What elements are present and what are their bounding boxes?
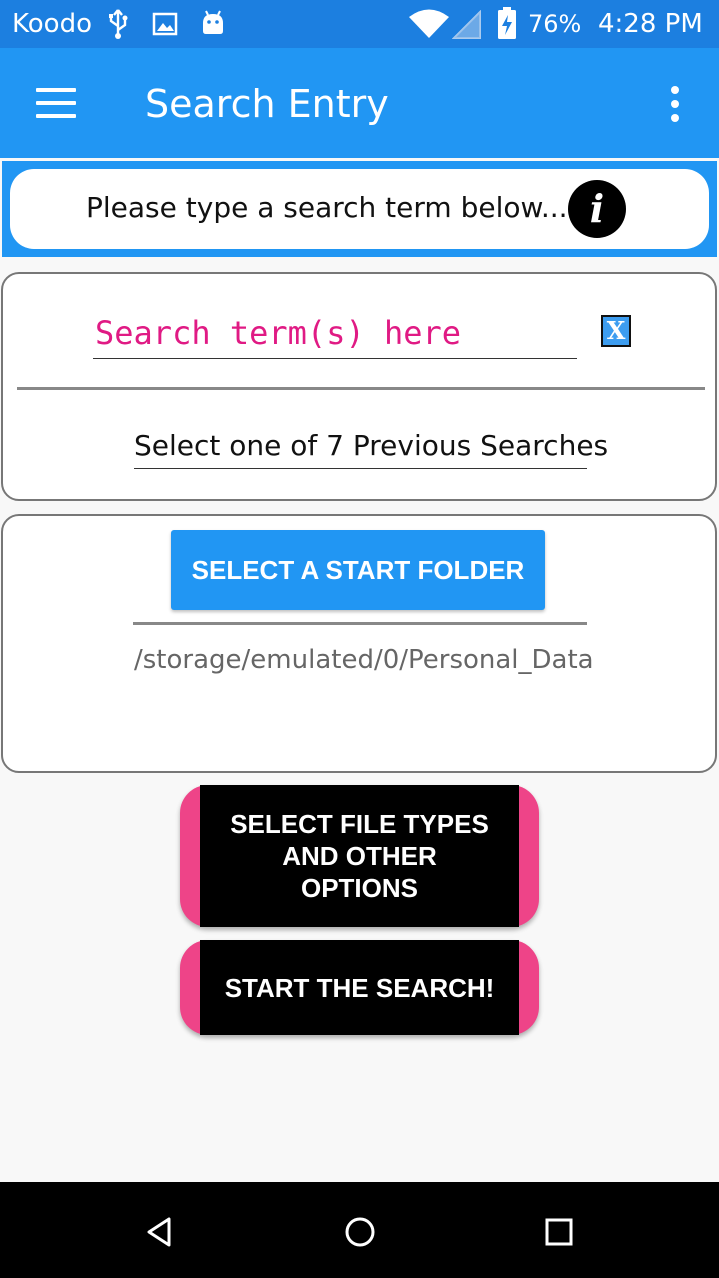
hamburger-menu-icon[interactable] <box>36 88 76 118</box>
hint-card: Please type a search term below... i <box>10 169 709 249</box>
battery-charging-icon <box>498 7 516 39</box>
previous-searches-dropdown[interactable]: Select one of 7 Previous Searches <box>134 429 608 469</box>
start-folder-path: /storage/emulated/0/Personal_Data <box>134 645 594 675</box>
android-icon <box>203 10 223 34</box>
status-bar: Koodo 76% 4:28 PM <box>0 0 719 48</box>
battery-percent: 76% <box>528 10 582 38</box>
recents-icon[interactable] <box>539 1212 579 1252</box>
search-card: X Select one of 7 Previous Searches <box>1 272 717 501</box>
wifi-icon <box>409 9 449 38</box>
overflow-menu-icon[interactable] <box>664 84 686 124</box>
start-search-button[interactable]: START THE SEARCH! <box>180 940 539 1035</box>
folder-card: SELECT A START FOLDER /storage/emulated/… <box>1 514 717 773</box>
clear-search-button[interactable]: X <box>601 315 631 347</box>
image-icon <box>152 12 178 36</box>
info-icon[interactable]: i <box>568 180 626 238</box>
search-input[interactable] <box>93 307 577 359</box>
navigation-bar <box>0 1182 719 1278</box>
select-file-types-text: SELECT FILE TYPES AND OTHER OPTIONS <box>230 809 489 903</box>
select-file-types-button[interactable]: SELECT FILE TYPES AND OTHER OPTIONS <box>180 785 539 927</box>
hint-text: Please type a search term below... <box>86 191 568 224</box>
select-file-types-label: SELECT FILE TYPES AND OTHER OPTIONS <box>200 785 519 927</box>
signal-icon <box>452 10 481 39</box>
carrier-name: Koodo <box>12 9 92 39</box>
back-icon[interactable] <box>141 1212 181 1252</box>
clock: 4:28 PM <box>598 9 703 39</box>
page-title: Search Entry <box>145 82 389 126</box>
hint-banner: Please type a search term below... i <box>2 161 717 257</box>
app-bar: Search Entry <box>0 48 719 158</box>
select-start-folder-button[interactable]: SELECT A START FOLDER <box>171 530 545 610</box>
divider <box>133 622 587 625</box>
home-icon[interactable] <box>340 1212 380 1252</box>
usb-icon <box>109 9 128 39</box>
divider <box>17 387 705 390</box>
start-search-text: START THE SEARCH! <box>224 972 495 1003</box>
start-search-label: START THE SEARCH! <box>200 940 519 1035</box>
